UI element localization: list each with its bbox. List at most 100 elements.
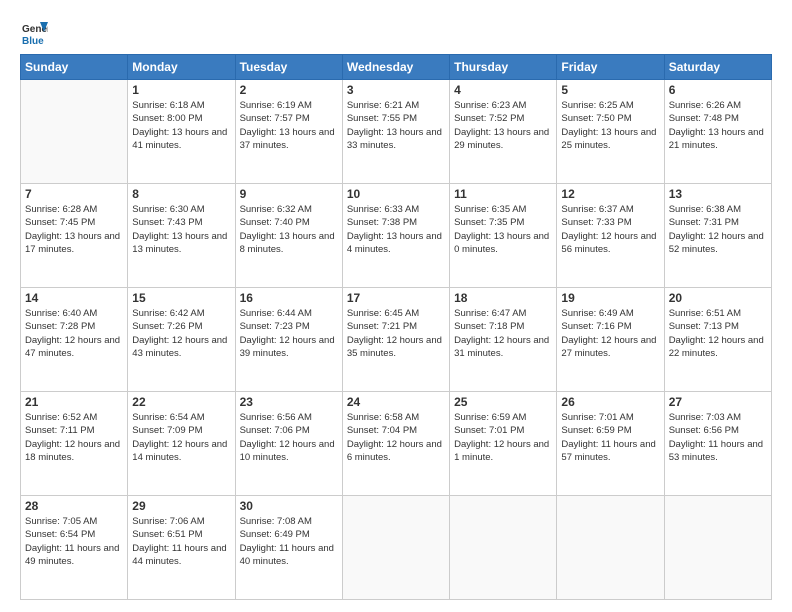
day-cell: 1 Sunrise: 6:18 AM Sunset: 8:00 PM Daylig…	[128, 80, 235, 184]
day-cell: 13Sunrise: 6:38 AM Sunset: 7:31 PM Dayli…	[664, 184, 771, 288]
week-row-2: 7 Sunrise: 6:28 AM Sunset: 7:45 PM Daylig…	[21, 184, 772, 288]
day-info: Sunrise: 7:06 AM Sunset: 6:51 PM Dayligh…	[132, 515, 230, 568]
day-number: 8	[132, 187, 230, 201]
calendar-table: SundayMondayTuesdayWednesdayThursdayFrid…	[20, 54, 772, 600]
day-number: 5	[561, 83, 659, 97]
day-info: Sunrise: 6:19 AM Sunset: 7:57 PM Dayligh…	[240, 99, 338, 152]
day-number: 20	[669, 291, 767, 305]
week-row-3: 14Sunrise: 6:40 AM Sunset: 7:28 PM Dayli…	[21, 288, 772, 392]
day-number: 27	[669, 395, 767, 409]
day-number: 21	[25, 395, 123, 409]
day-cell: 17 Sunrise: 6:45 AM Sunset: 7:21 PM Dayli…	[342, 288, 449, 392]
day-number: 7	[25, 187, 123, 201]
day-cell: 7 Sunrise: 6:28 AM Sunset: 7:45 PM Daylig…	[21, 184, 128, 288]
col-header-thursday: Thursday	[450, 55, 557, 80]
day-info: Sunrise: 6:47 AM Sunset: 7:18 PM Dayligh…	[454, 307, 552, 360]
day-info: Sunrise: 7:03 AM Sunset: 6:56 PM Dayligh…	[669, 411, 767, 464]
day-number: 4	[454, 83, 552, 97]
day-number: 24	[347, 395, 445, 409]
day-info: Sunrise: 6:49 AM Sunset: 7:16 PM Dayligh…	[561, 307, 659, 360]
day-cell: 15Sunrise: 6:42 AM Sunset: 7:26 PM Dayli…	[128, 288, 235, 392]
day-number: 28	[25, 499, 123, 513]
day-info: Sunrise: 7:05 AM Sunset: 6:54 PM Dayligh…	[25, 515, 123, 568]
week-row-1: 1 Sunrise: 6:18 AM Sunset: 8:00 PM Daylig…	[21, 80, 772, 184]
day-cell: 10 Sunrise: 6:33 AM Sunset: 7:38 PM Dayli…	[342, 184, 449, 288]
day-info: Sunrise: 6:23 AM Sunset: 7:52 PM Dayligh…	[454, 99, 552, 152]
day-cell	[450, 496, 557, 600]
day-cell	[21, 80, 128, 184]
day-info: Sunrise: 6:35 AM Sunset: 7:35 PM Dayligh…	[454, 203, 552, 256]
day-cell: 21 Sunrise: 6:52 AM Sunset: 7:11 PM Dayli…	[21, 392, 128, 496]
day-number: 17	[347, 291, 445, 305]
svg-text:Blue: Blue	[22, 36, 44, 46]
day-cell: 26 Sunrise: 7:01 AM Sunset: 6:59 PM Dayli…	[557, 392, 664, 496]
day-info: Sunrise: 6:52 AM Sunset: 7:11 PM Dayligh…	[25, 411, 123, 464]
week-row-5: 28 Sunrise: 7:05 AM Sunset: 6:54 PM Dayli…	[21, 496, 772, 600]
day-cell: 3 Sunrise: 6:21 AM Sunset: 7:55 PM Daylig…	[342, 80, 449, 184]
day-cell: 8 Sunrise: 6:30 AM Sunset: 7:43 PM Daylig…	[128, 184, 235, 288]
header-row: SundayMondayTuesdayWednesdayThursdayFrid…	[21, 55, 772, 80]
week-row-4: 21 Sunrise: 6:52 AM Sunset: 7:11 PM Dayli…	[21, 392, 772, 496]
col-header-friday: Friday	[557, 55, 664, 80]
day-number: 1	[132, 83, 230, 97]
day-info: Sunrise: 6:42 AM Sunset: 7:26 PM Dayligh…	[132, 307, 230, 360]
day-number: 11	[454, 187, 552, 201]
day-cell: 9 Sunrise: 6:32 AM Sunset: 7:40 PM Daylig…	[235, 184, 342, 288]
day-number: 29	[132, 499, 230, 513]
day-cell: 30 Sunrise: 7:08 AM Sunset: 6:49 PM Dayli…	[235, 496, 342, 600]
col-header-tuesday: Tuesday	[235, 55, 342, 80]
day-cell: 29 Sunrise: 7:06 AM Sunset: 6:51 PM Dayli…	[128, 496, 235, 600]
day-info: Sunrise: 6:28 AM Sunset: 7:45 PM Dayligh…	[25, 203, 123, 256]
day-info: Sunrise: 6:38 AM Sunset: 7:31 PM Dayligh…	[669, 203, 767, 256]
day-number: 22	[132, 395, 230, 409]
day-cell: 28 Sunrise: 7:05 AM Sunset: 6:54 PM Dayli…	[21, 496, 128, 600]
day-number: 6	[669, 83, 767, 97]
day-number: 19	[561, 291, 659, 305]
day-number: 9	[240, 187, 338, 201]
day-number: 2	[240, 83, 338, 97]
col-header-saturday: Saturday	[664, 55, 771, 80]
day-info: Sunrise: 6:30 AM Sunset: 7:43 PM Dayligh…	[132, 203, 230, 256]
day-info: Sunrise: 6:59 AM Sunset: 7:01 PM Dayligh…	[454, 411, 552, 464]
day-cell: 12 Sunrise: 6:37 AM Sunset: 7:33 PM Dayli…	[557, 184, 664, 288]
day-number: 16	[240, 291, 338, 305]
day-cell: 22Sunrise: 6:54 AM Sunset: 7:09 PM Dayli…	[128, 392, 235, 496]
day-number: 30	[240, 499, 338, 513]
day-info: Sunrise: 6:25 AM Sunset: 7:50 PM Dayligh…	[561, 99, 659, 152]
day-info: Sunrise: 6:45 AM Sunset: 7:21 PM Dayligh…	[347, 307, 445, 360]
day-cell: 18Sunrise: 6:47 AM Sunset: 7:18 PM Dayli…	[450, 288, 557, 392]
day-cell: 11 Sunrise: 6:35 AM Sunset: 7:35 PM Dayli…	[450, 184, 557, 288]
col-header-wednesday: Wednesday	[342, 55, 449, 80]
day-number: 25	[454, 395, 552, 409]
day-info: Sunrise: 6:37 AM Sunset: 7:33 PM Dayligh…	[561, 203, 659, 256]
day-number: 23	[240, 395, 338, 409]
day-number: 26	[561, 395, 659, 409]
page: General Blue SundayMondayTuesdayWednesda…	[0, 0, 792, 612]
day-info: Sunrise: 6:18 AM Sunset: 8:00 PM Dayligh…	[132, 99, 230, 152]
day-cell	[664, 496, 771, 600]
logo-icon: General Blue	[20, 18, 48, 46]
day-number: 10	[347, 187, 445, 201]
day-number: 12	[561, 187, 659, 201]
day-cell	[342, 496, 449, 600]
day-cell: 24Sunrise: 6:58 AM Sunset: 7:04 PM Dayli…	[342, 392, 449, 496]
day-info: Sunrise: 7:08 AM Sunset: 6:49 PM Dayligh…	[240, 515, 338, 568]
day-cell: 19 Sunrise: 6:49 AM Sunset: 7:16 PM Dayli…	[557, 288, 664, 392]
col-header-sunday: Sunday	[21, 55, 128, 80]
day-cell: 2 Sunrise: 6:19 AM Sunset: 7:57 PM Daylig…	[235, 80, 342, 184]
day-cell	[557, 496, 664, 600]
day-info: Sunrise: 7:01 AM Sunset: 6:59 PM Dayligh…	[561, 411, 659, 464]
day-cell: 6Sunrise: 6:26 AM Sunset: 7:48 PM Daylig…	[664, 80, 771, 184]
col-header-monday: Monday	[128, 55, 235, 80]
day-cell: 16 Sunrise: 6:44 AM Sunset: 7:23 PM Dayli…	[235, 288, 342, 392]
day-cell: 27 Sunrise: 7:03 AM Sunset: 6:56 PM Dayli…	[664, 392, 771, 496]
day-info: Sunrise: 6:21 AM Sunset: 7:55 PM Dayligh…	[347, 99, 445, 152]
day-number: 3	[347, 83, 445, 97]
day-info: Sunrise: 6:44 AM Sunset: 7:23 PM Dayligh…	[240, 307, 338, 360]
day-info: Sunrise: 6:32 AM Sunset: 7:40 PM Dayligh…	[240, 203, 338, 256]
day-number: 14	[25, 291, 123, 305]
day-info: Sunrise: 6:33 AM Sunset: 7:38 PM Dayligh…	[347, 203, 445, 256]
day-cell: 5 Sunrise: 6:25 AM Sunset: 7:50 PM Daylig…	[557, 80, 664, 184]
day-cell: 4 Sunrise: 6:23 AM Sunset: 7:52 PM Daylig…	[450, 80, 557, 184]
day-cell: 20Sunrise: 6:51 AM Sunset: 7:13 PM Dayli…	[664, 288, 771, 392]
